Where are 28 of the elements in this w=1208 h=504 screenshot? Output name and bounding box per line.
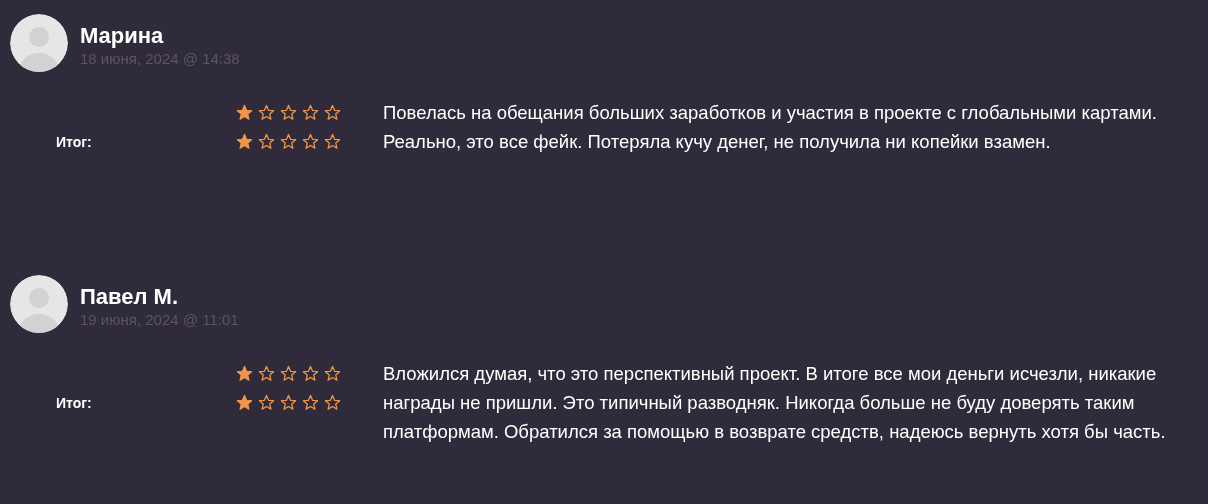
avatar-icon — [10, 14, 68, 72]
star-icon — [324, 394, 341, 411]
star-icon — [236, 365, 253, 382]
rating-label: Итог: — [56, 133, 92, 150]
reviewer-name: Марина — [80, 22, 165, 50]
star-icon — [324, 365, 341, 382]
rating-label: Итог: — [56, 394, 92, 411]
avatar-icon — [10, 275, 68, 333]
star-icon — [324, 104, 341, 121]
star-icon — [258, 133, 275, 150]
review-text: Вложился думая, что это перспективный проект. В итоге все мои деньги исчезли, никакие награды не пришли. Это типичный разводняк. Никогда больше не буду доверять таким платформам. Обратился за помощью в возврате средств, надеюсь вернуть хотя бы часть. — [383, 362, 1167, 444]
star-icon — [280, 104, 297, 121]
star-icon — [302, 365, 319, 382]
star-icon — [324, 133, 341, 150]
star-icon — [280, 365, 297, 382]
star-icon — [302, 133, 319, 150]
star-icon — [258, 104, 275, 121]
star-icon — [236, 133, 253, 150]
review-text: Повелась на обещания больших заработков и участия в проекте с глобальными картами. Реально, это все фейк. Потеряла кучу денег, не получила ни копейки взамен. — [383, 101, 1158, 154]
star-icon — [258, 365, 275, 382]
star-icon — [236, 104, 253, 121]
star-icon — [258, 394, 275, 411]
star-icon — [236, 394, 253, 411]
reviewer-name: Павел М. — [80, 283, 180, 311]
star-icon — [280, 133, 297, 150]
star-icon — [280, 394, 297, 411]
star-icon — [302, 394, 319, 411]
star-icon — [302, 104, 319, 121]
